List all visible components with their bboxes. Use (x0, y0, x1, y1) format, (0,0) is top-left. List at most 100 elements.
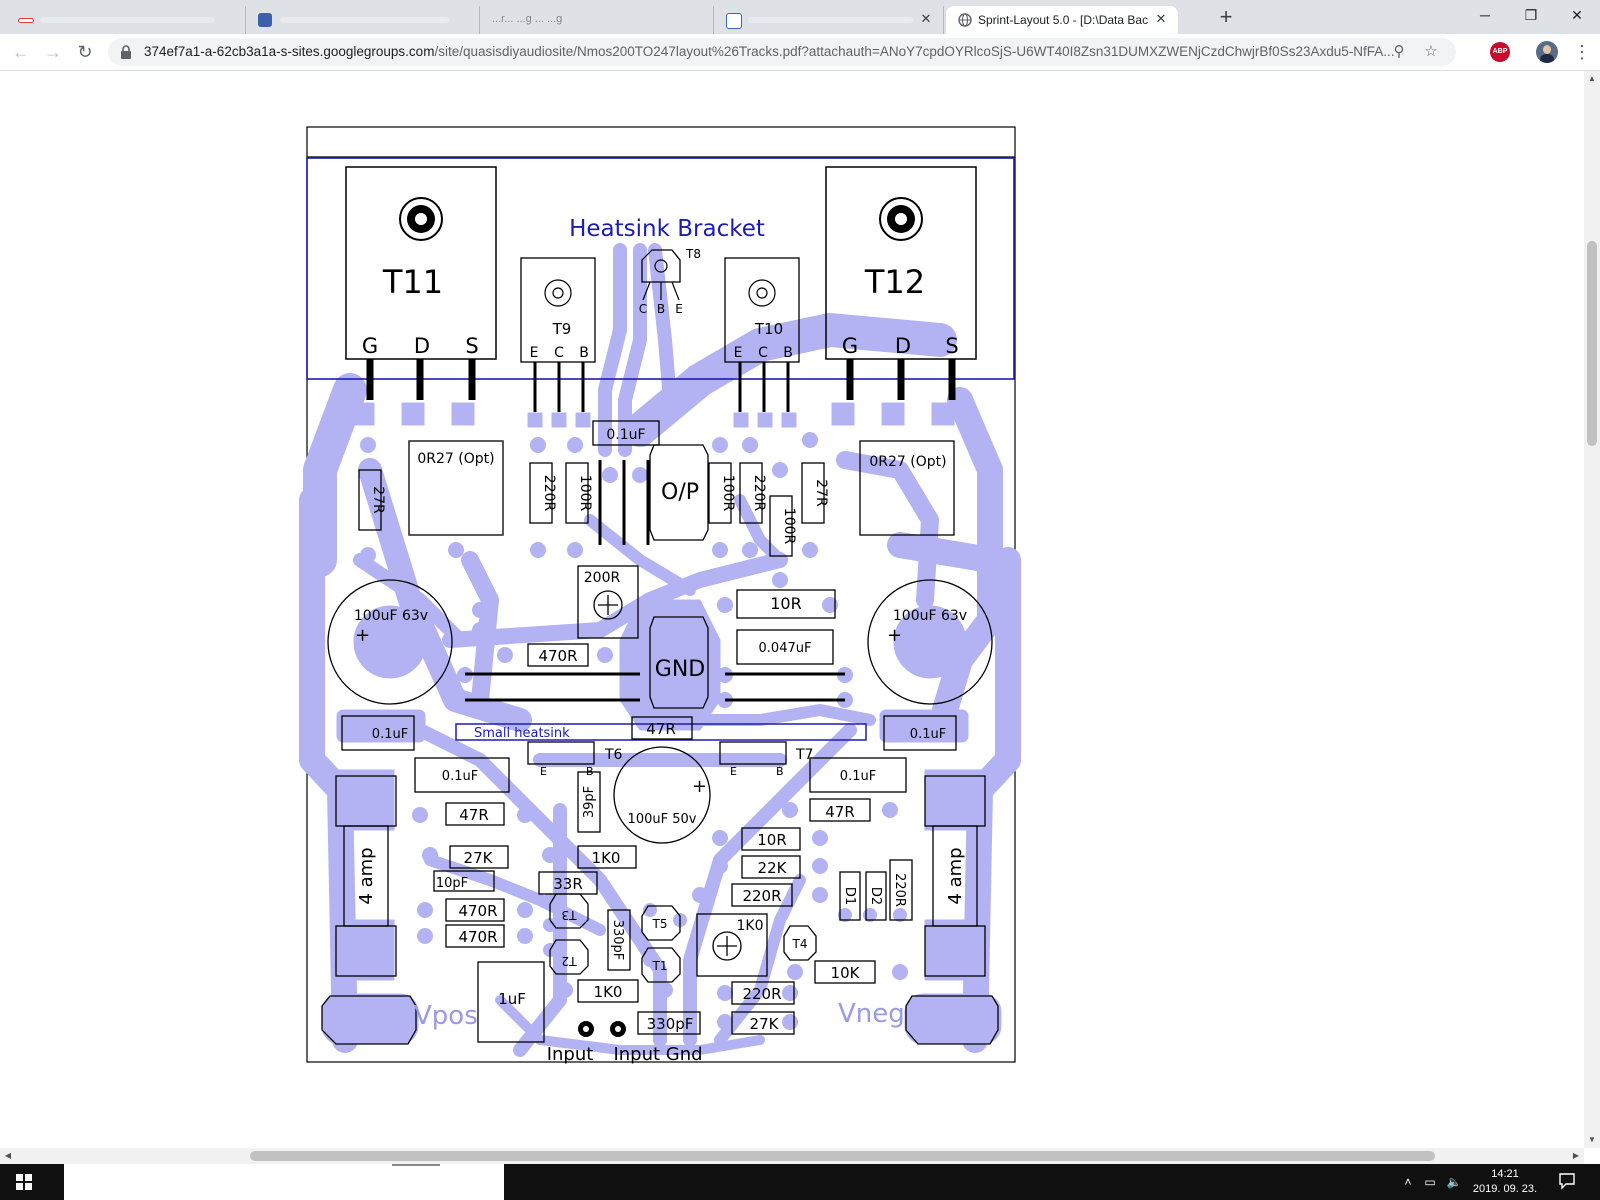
network-icon[interactable]: ▭ (1420, 1164, 1440, 1200)
scroll-left-arrow-icon[interactable]: ◀ (0, 1148, 16, 1164)
transistor-label: T7 (795, 747, 813, 763)
component-label: 0.1uF (442, 769, 478, 784)
cap-label: 100uF 50v (628, 812, 697, 827)
component-label: 27R (813, 479, 829, 507)
vertical-scrollbar[interactable]: ▲ ▼ (1584, 71, 1600, 1148)
gnd-pad-label: GND (655, 657, 705, 682)
tab-title (280, 17, 449, 23)
component-label: 470R (458, 928, 497, 946)
component-label: 330pF (647, 1015, 694, 1033)
tab-4[interactable]: ✕ (716, 6, 944, 34)
pin-label: G (362, 334, 378, 358)
plus-marker: + (887, 625, 902, 646)
tab-title: Sprint-Layout 5.0 - [D:\Data Back (978, 13, 1148, 27)
component-label: 220R (541, 475, 557, 512)
component-label: 220R (742, 985, 781, 1003)
tab-1[interactable] (8, 6, 246, 34)
diode-label: D1 (842, 887, 857, 905)
pin-label: C (758, 345, 768, 361)
component-label: 1K0 (737, 918, 764, 934)
globe-icon (958, 13, 972, 27)
component-label: 470R (538, 647, 577, 665)
page-icon (726, 13, 742, 29)
taskbar-clock[interactable]: 14:21 2019. 09. 23. (1470, 1167, 1540, 1197)
url-host: 374ef7a1-a-62cb3a1a-s-sites.googlegroups… (144, 44, 435, 59)
component-label: 1uF (498, 990, 526, 1008)
url-text[interactable]: 374ef7a1-a-62cb3a1a-s-sites.googlegroups… (144, 44, 1414, 59)
component-label: 200R (584, 570, 621, 586)
component-label: 0R27 (Opt) (869, 454, 946, 470)
lock-icon (121, 45, 131, 59)
component-label: 10R (757, 831, 787, 849)
component-label: 470R (458, 902, 497, 920)
component-label: 47R (459, 806, 489, 824)
transistor-label: T9 (552, 320, 572, 338)
pin-label: C (639, 302, 647, 316)
profile-avatar[interactable] (1536, 41, 1558, 63)
restore-button[interactable]: ❐ (1508, 0, 1554, 30)
tab-3[interactable]: ...r... ...g ... ...g (482, 6, 714, 34)
taskbar-search-box[interactable] (64, 1164, 504, 1200)
heatsink-bracket-label: Heatsink Bracket (569, 216, 765, 242)
tab-title (40, 17, 215, 23)
component-label: 22K (758, 859, 788, 877)
pin-label: S (945, 334, 958, 358)
forward-button[interactable]: → (40, 39, 66, 65)
component-label: 0.047uF (759, 641, 812, 656)
minimize-button[interactable]: ─ (1462, 0, 1508, 30)
pin-label: B (586, 765, 594, 778)
component-label: 220R (751, 475, 767, 512)
bookmark-star-icon[interactable]: ☆ (1420, 41, 1442, 63)
back-button[interactable]: ← (8, 39, 34, 65)
component-label: 220R (892, 873, 907, 907)
input-gnd-label: Input Gnd (613, 1044, 702, 1065)
transistor-label: T2 (562, 954, 578, 968)
toolbar: ← → ↻ 374ef7a1-a-62cb3a1a-s-sites.google… (0, 34, 1600, 71)
op-pad-label: O/P (661, 480, 699, 505)
component-label: 27K (464, 849, 494, 867)
tab-active[interactable]: Sprint-Layout 5.0 - [D:\Data Back ✕ (946, 6, 1178, 34)
component-label: 39pF (582, 786, 597, 818)
transistor-label: T11 (382, 263, 443, 301)
diode-label: D2 (868, 887, 883, 905)
component-label: 0.1uF (840, 769, 876, 784)
tab-2[interactable] (248, 6, 480, 34)
transistor-label: T12 (864, 263, 925, 301)
window-close-button[interactable]: ✕ (1554, 0, 1600, 30)
close-icon[interactable]: ✕ (1152, 10, 1170, 28)
component-label: 10pF (436, 876, 468, 891)
component-label: 0.1uF (372, 727, 408, 742)
new-tab-button[interactable]: + (1212, 6, 1240, 30)
horizontal-scrollbar[interactable]: ◀ ▶ (0, 1148, 1584, 1164)
adblock-extension-icon[interactable]: ABP (1490, 42, 1510, 62)
vertical-scroll-thumb[interactable] (1587, 241, 1597, 446)
fuse-label: 4 amp (356, 847, 377, 904)
zoom-icon[interactable]: ⚲ (1388, 41, 1410, 63)
scroll-right-arrow-icon[interactable]: ▶ (1568, 1148, 1584, 1164)
pin-label: S (465, 334, 478, 358)
reload-button[interactable]: ↻ (72, 39, 98, 65)
pin-label: B (579, 345, 589, 361)
component-label: 0.1uF (606, 427, 645, 443)
pcb-layout-drawing: Heatsink Bracket T11 G D S T12 G D S T9 … (299, 126, 1021, 1065)
scroll-up-arrow-icon[interactable]: ▲ (1584, 71, 1600, 87)
pin-label: D (895, 334, 911, 358)
transistor-label: T6 (604, 747, 623, 763)
plus-marker: + (692, 776, 707, 797)
tray-chevron-icon[interactable]: ˄ (1400, 1164, 1416, 1200)
pin-label: E (540, 765, 547, 778)
notifications-icon[interactable] (1558, 1172, 1576, 1190)
pin-label: E (730, 765, 737, 778)
more-menu-icon[interactable]: ⋮ (1572, 40, 1592, 64)
pin-label: B (776, 765, 784, 778)
component-label: 220R (742, 887, 781, 905)
horizontal-scroll-thumb[interactable] (250, 1151, 1435, 1161)
close-icon[interactable]: ✕ (917, 10, 935, 28)
scroll-down-arrow-icon[interactable]: ▼ (1584, 1132, 1600, 1148)
volume-icon[interactable]: 🔈 (1444, 1164, 1464, 1200)
address-bar[interactable]: 374ef7a1-a-62cb3a1a-s-sites.googlegroups… (108, 38, 1456, 66)
transistor-label: T5 (652, 917, 668, 931)
windows-start-icon[interactable] (0, 1164, 48, 1200)
component-label: 0.1uF (910, 727, 946, 742)
clock-date: 2019. 09. 23. (1472, 1183, 1538, 1195)
